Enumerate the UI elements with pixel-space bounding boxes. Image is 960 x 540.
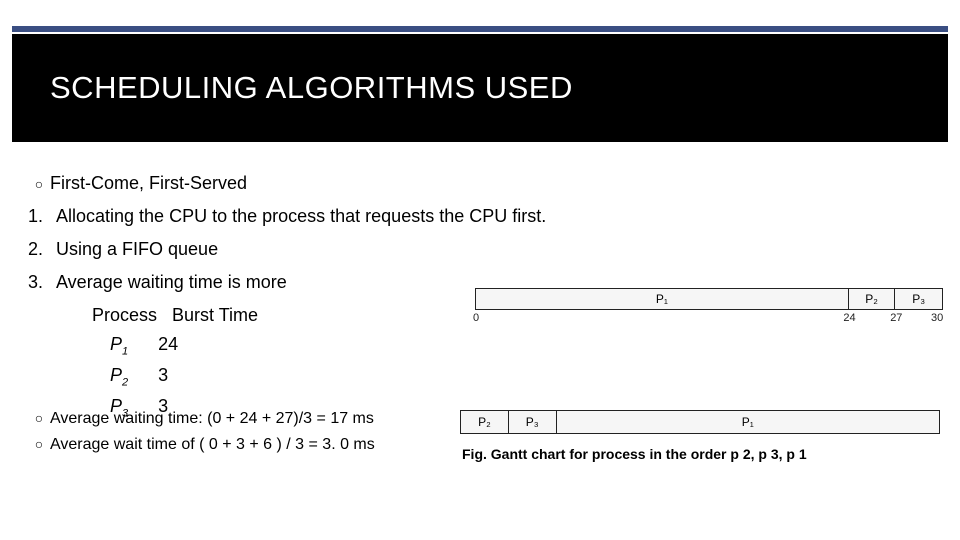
gantt1-tick-27: 27: [890, 312, 902, 324]
gantt2-track: P₂ P₃ P₁: [460, 410, 940, 434]
item-1: 1. Allocating the CPU to the process tha…: [28, 203, 928, 230]
bullet-icon: ○: [28, 436, 50, 452]
cell-burst-2: 3: [158, 362, 168, 391]
title-band: SCHEDULING ALGORITHMS USED: [12, 34, 948, 142]
avg2-text: Average wait time of ( 0 + 3 + 6 ) / 3 =…: [50, 436, 375, 454]
item-2-text: Using a FIFO queue: [56, 236, 218, 263]
gantt2-seg-p2: P₂: [461, 411, 509, 433]
gantt-chart-2: P₂ P₃ P₁: [460, 410, 940, 438]
table-row: P2 3: [110, 362, 928, 391]
gantt1-seg-p2: P₂: [849, 289, 896, 309]
gantt1-tick-0: 0: [473, 312, 479, 324]
figure-caption: Fig. Gantt chart for process in the orde…: [462, 446, 892, 463]
item-3-num: 3.: [28, 269, 56, 296]
gantt1-tick-24: 24: [843, 312, 855, 324]
gantt2-seg-p3: P₃: [509, 411, 557, 433]
gantt2-seg-p1: P₁: [557, 411, 939, 433]
gantt1-seg-p1: P₁: [476, 289, 849, 309]
cell-proc-2: P2: [110, 362, 128, 391]
footer-bullets: ○ Average waiting time: (0 + 24 + 27)/3 …: [28, 410, 375, 462]
table-row: P1 24: [110, 331, 928, 360]
item-1-num: 1.: [28, 203, 56, 230]
item-1-text: Allocating the CPU to the process that r…: [56, 203, 546, 230]
bullet-icon: ○: [28, 410, 50, 426]
slide-title: SCHEDULING ALGORITHMS USED: [50, 70, 573, 106]
th-process: Process: [92, 302, 168, 329]
bullet-icon: ○: [28, 174, 50, 195]
th-burst: Burst Time: [172, 302, 258, 329]
item-3-text: Average waiting time is more: [56, 269, 287, 296]
item-2: 2. Using a FIFO queue: [28, 236, 928, 263]
cell-proc-1: P1: [110, 331, 128, 360]
cell-burst-1: 24: [158, 331, 178, 360]
gantt1-track: P₁ P₂ P₃: [475, 288, 943, 310]
item-2-num: 2.: [28, 236, 56, 263]
bullet-fcfs: ○ First-Come, First-Served: [28, 170, 928, 197]
gantt1-tick-30: 30: [931, 312, 943, 324]
avg1-text: Average waiting time: (0 + 24 + 27)/3 = …: [50, 410, 374, 428]
accent-bar: [12, 26, 948, 32]
gantt1-seg-p3: P₃: [895, 289, 942, 309]
bullet-avg2: ○ Average wait time of ( 0 + 3 + 6 ) / 3…: [28, 436, 375, 454]
bullet-avg1: ○ Average waiting time: (0 + 24 + 27)/3 …: [28, 410, 375, 428]
bullet-fcfs-text: First-Come, First-Served: [50, 170, 247, 197]
gantt-chart-1: P₁ P₂ P₃ 0 24 27 30: [475, 288, 943, 328]
